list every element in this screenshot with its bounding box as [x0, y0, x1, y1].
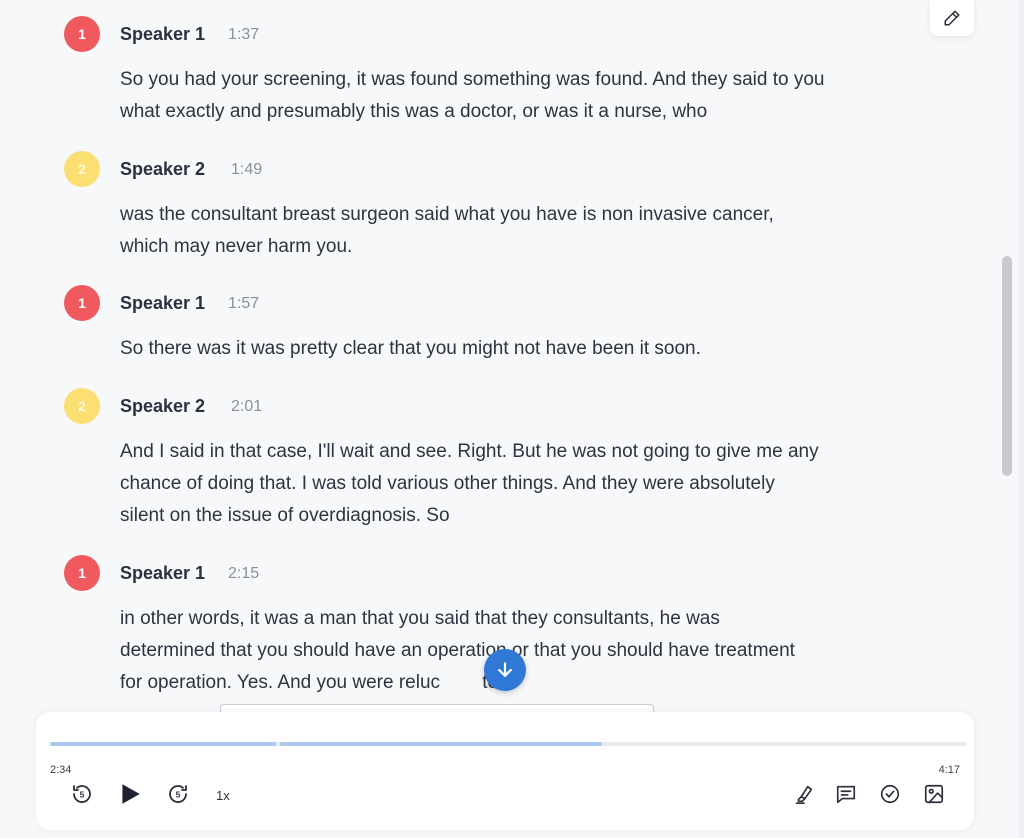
transcript-line: was the consultant breast surgeon said w…: [120, 204, 774, 225]
speaker-avatar[interactable]: 1: [64, 555, 100, 591]
check-button[interactable]: [876, 780, 904, 808]
transcript-line: So you had your screening, it was found …: [120, 69, 825, 90]
highlighter-icon: [793, 783, 815, 805]
speaker-avatar[interactable]: 1: [64, 16, 100, 52]
speaker-avatar[interactable]: 1: [64, 285, 100, 321]
speaker-name[interactable]: Speaker 1: [120, 293, 205, 314]
forward-button[interactable]: 5: [164, 780, 192, 808]
playback-speed-button[interactable]: 1x: [216, 788, 230, 803]
transcript-line: for operation. Yes. And you were reluc t…: [120, 672, 509, 693]
transcript-line: what exactly and presumably this was a d…: [120, 101, 708, 122]
comment-icon: [835, 783, 857, 805]
svg-text:5: 5: [80, 790, 85, 800]
arrow-down-icon: [495, 660, 515, 680]
speaker-name[interactable]: Speaker 2: [120, 159, 205, 180]
svg-text:5: 5: [176, 790, 181, 800]
rewind-button[interactable]: 5: [68, 780, 96, 808]
check-circle-icon: [879, 783, 901, 805]
transcript-line: chance of doing that. I was told various…: [120, 473, 775, 494]
speaker-avatar[interactable]: 2: [64, 388, 100, 424]
forward-5-icon: 5: [166, 782, 190, 806]
scroll-to-current-button[interactable]: [484, 649, 526, 691]
transcript-line: So there was it was pretty clear that yo…: [120, 338, 701, 359]
image-icon: [923, 783, 945, 805]
transcript-line: determined that you should have an opera…: [120, 640, 795, 661]
speaker-name[interactable]: Speaker 1: [120, 24, 205, 45]
play-icon: [117, 781, 143, 807]
transcript-text[interactable]: in other words, it was a man that you sa…: [120, 603, 940, 699]
highlight-button[interactable]: [790, 780, 818, 808]
transcript-line: silent on the issue of overdiagnosis. So: [120, 505, 450, 526]
transcript-line: in other words, it was a man that you sa…: [120, 608, 720, 629]
scrollbar-thumb[interactable]: [1002, 256, 1012, 476]
window-edge: [1018, 0, 1024, 838]
timestamp[interactable]: 1:57: [228, 295, 259, 313]
timestamp[interactable]: 1:49: [231, 161, 262, 179]
transcript-entry: 2 Speaker 2 2:01 And I said in that case…: [64, 388, 944, 532]
audio-player: 2:34 4:17 5 5 1x: [36, 712, 974, 830]
rewind-5-icon: 5: [70, 782, 94, 806]
transcript-text[interactable]: So you had your screening, it was found …: [120, 64, 940, 128]
transcript-text[interactable]: was the consultant breast surgeon said w…: [120, 199, 940, 263]
edit-button[interactable]: [930, 0, 974, 36]
duration: 4:17: [938, 764, 960, 776]
progress-segment[interactable]: [280, 742, 602, 746]
pencil-icon: [943, 9, 961, 27]
timestamp[interactable]: 2:15: [228, 565, 259, 583]
transcript-text[interactable]: And I said in that case, I'll wait and s…: [120, 436, 940, 532]
transcript-entry: 1 Speaker 1 1:57 So there was it was pre…: [64, 285, 944, 365]
transcript-text[interactable]: So there was it was pretty clear that yo…: [120, 333, 940, 365]
transcript-entry: 1 Speaker 1 1:37 So you had your screeni…: [64, 16, 944, 128]
play-button[interactable]: [116, 780, 144, 808]
comment-button[interactable]: [832, 780, 860, 808]
current-time: 2:34: [50, 764, 72, 776]
speaker-name[interactable]: Speaker 2: [120, 396, 205, 417]
timestamp[interactable]: 1:37: [228, 26, 259, 44]
transcript-entry: 2 Speaker 2 1:49 was the consultant brea…: [64, 151, 944, 263]
timestamp[interactable]: 2:01: [231, 398, 262, 416]
speaker-name[interactable]: Speaker 1: [120, 563, 205, 584]
speaker-avatar[interactable]: 2: [64, 151, 100, 187]
transcript-line: And I said in that case, I'll wait and s…: [120, 441, 819, 462]
image-button[interactable]: [920, 780, 948, 808]
progress-segment[interactable]: [50, 742, 276, 746]
transcript-line: which may never harm you.: [120, 236, 353, 257]
